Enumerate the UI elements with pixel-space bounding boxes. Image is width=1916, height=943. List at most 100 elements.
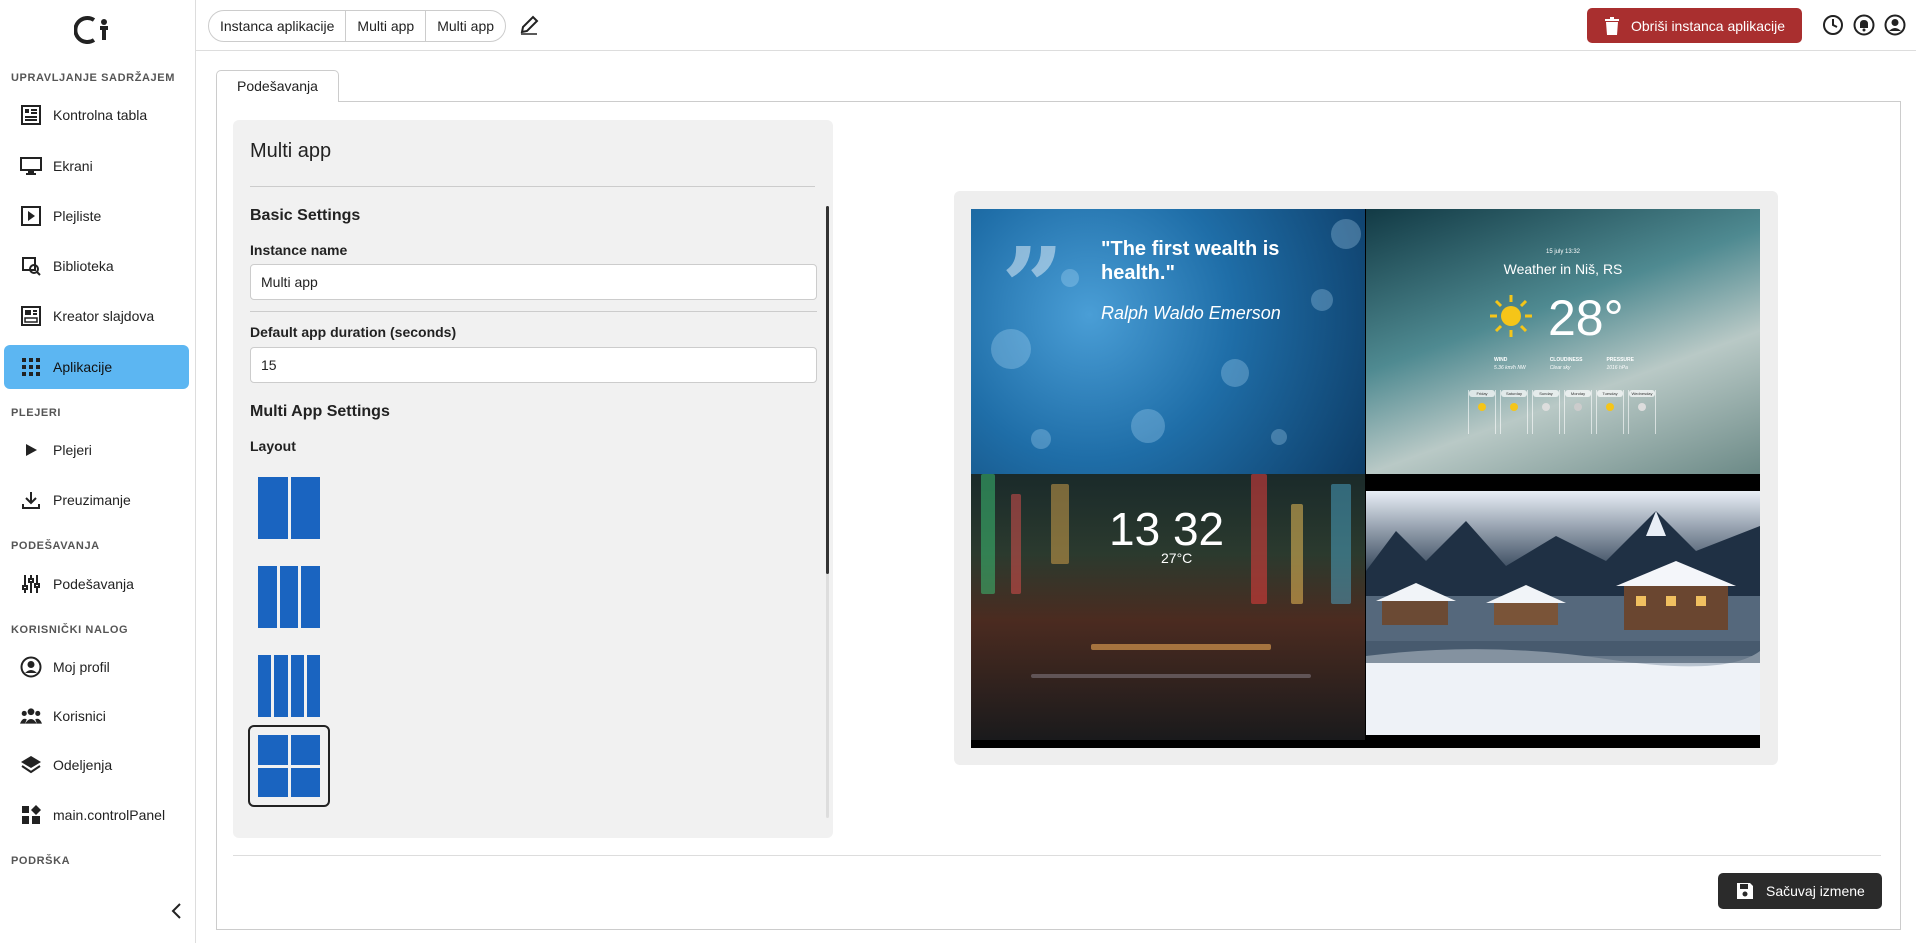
- tab-settings[interactable]: Podešavanja: [216, 70, 339, 102]
- preview-weather-app: 15 july 13:32 Weather in Niš, RS 28° WIN…: [1366, 209, 1760, 474]
- sidebar-item-profile[interactable]: Moj profil: [4, 645, 189, 689]
- sun-icon: [1510, 403, 1518, 411]
- forecast-day: Friday: [1468, 390, 1496, 434]
- save-changes-button[interactable]: Sačuvaj izmene: [1718, 873, 1882, 909]
- sidebar-item-download[interactable]: Preuzimanje: [4, 478, 189, 522]
- duration-label: Default app duration (seconds): [250, 324, 457, 340]
- layout-3-columns-icon: [258, 566, 320, 628]
- basic-settings-heading: Basic Settings: [250, 207, 361, 224]
- sidebar-item-playlists[interactable]: Plejliste: [4, 194, 189, 238]
- sidebar-item-label: Moj profil: [53, 659, 110, 675]
- forecast-day: Tuesday: [1596, 390, 1624, 434]
- section-title-account: KORISNIČKI NALOG: [11, 624, 129, 636]
- monitor-icon: [20, 155, 42, 177]
- section-title-content: UPRAVLJANJE SADRŽAJEM: [11, 72, 175, 84]
- duration-input[interactable]: [250, 347, 817, 383]
- sidebar-item-label: Biblioteka: [53, 258, 114, 274]
- sidebar-item-control-panel[interactable]: main.controlPanel: [4, 793, 189, 837]
- clock-time: 13 32: [1109, 503, 1225, 555]
- users-icon: [20, 705, 42, 727]
- delete-instance-button[interactable]: Obriši instanca aplikacije: [1587, 8, 1802, 43]
- instance-name-input[interactable]: [250, 264, 817, 300]
- snowy-village-image: [1366, 511, 1760, 735]
- preview-quote-app: ” "The first wealth is health." Ralph Wa…: [971, 209, 1365, 474]
- weather-forecast: Friday Saturday Sunday Monday Tuesday We…: [1468, 390, 1656, 434]
- layout-label: Layout: [250, 438, 296, 454]
- sun-icon: [1490, 295, 1532, 337]
- sidebar-item-dashboard[interactable]: Kontrolna tabla: [4, 93, 189, 137]
- quote-mark-icon: ”: [1001, 223, 1065, 352]
- profile-icon: [20, 656, 42, 678]
- sidebar-item-screens[interactable]: Ekrani: [4, 144, 189, 188]
- apps-grid-icon: [20, 356, 42, 378]
- app-logo[interactable]: [74, 14, 122, 46]
- layout-option-4-columns[interactable]: [248, 645, 330, 727]
- account-icon[interactable]: [1884, 14, 1906, 36]
- bell-icon[interactable]: [1853, 14, 1875, 36]
- quote-author: Ralph Waldo Emerson: [1101, 303, 1281, 323]
- breadcrumb-item[interactable]: Multi app: [426, 11, 505, 41]
- settings-panel: Multi app Basic Settings Instance name D…: [233, 120, 833, 838]
- dashboard-icon: [20, 104, 42, 126]
- sidebar-item-label: Kreator slajdova: [53, 308, 155, 324]
- divider: [250, 186, 815, 187]
- play-icon: [20, 439, 42, 461]
- preview-image-app: [1366, 491, 1760, 735]
- layers-icon: [20, 754, 42, 776]
- clock-icon[interactable]: [1822, 14, 1844, 36]
- sidebar-item-departments[interactable]: Odeljenja: [4, 743, 189, 787]
- divider: [233, 855, 1881, 856]
- forecast-day: Saturday: [1500, 390, 1528, 434]
- preview-clock-app: 13 32 27°C: [971, 474, 1365, 740]
- breadcrumb-item[interactable]: Instanca aplikacije: [209, 11, 347, 41]
- layout-2x2-grid-icon: [258, 735, 320, 797]
- sidebar: UPRAVLJANJE SADRŽAJEM Kontrolna tabla Ek…: [0, 0, 196, 943]
- delete-instance-label: Obriši instanca aplikacije: [1631, 17, 1786, 34]
- save-changes-label: Sačuvaj izmene: [1766, 883, 1865, 899]
- forecast-day: Wednesday: [1628, 390, 1656, 434]
- weather-stat: CLOUDINESS Clear sky: [1549, 357, 1583, 371]
- sidebar-item-label: Odeljenja: [53, 757, 113, 773]
- forecast-day: Monday: [1564, 390, 1592, 434]
- breadcrumb: Instanca aplikacije Multi app Multi app: [208, 10, 507, 42]
- sidebar-item-label: Ekrani: [53, 158, 93, 174]
- trash-icon: [1605, 16, 1619, 35]
- sidebar-item-label: Kontrolna tabla: [53, 107, 148, 123]
- sidebar-item-label: Plejeri: [53, 442, 92, 458]
- library-icon: [20, 255, 42, 277]
- section-title-settings: PODEŠAVANJA: [11, 540, 100, 552]
- sidebar-item-library[interactable]: Biblioteka: [4, 244, 189, 288]
- layout-2-columns-icon: [258, 477, 320, 539]
- weather-title: Weather in Niš, RS: [1503, 261, 1623, 277]
- sidebar-item-settings[interactable]: Podešavanja: [4, 562, 189, 606]
- settings-title: Multi app: [250, 140, 332, 162]
- layout-option-2-columns[interactable]: [248, 467, 330, 549]
- weather-stat: WIND 5.36 km/h NW: [1494, 357, 1526, 371]
- section-title-support: PODRŠKA: [11, 855, 71, 867]
- sidebar-item-label: Podešavanja: [53, 576, 134, 592]
- sidebar-item-slide-creator[interactable]: Kreator slajdova: [4, 294, 189, 338]
- playlist-icon: [20, 205, 42, 227]
- control-panel-icon: [20, 804, 42, 826]
- sidebar-item-label: Korisnici: [53, 708, 106, 724]
- breadcrumb-item[interactable]: Multi app: [346, 11, 427, 41]
- slide-creator-icon: [20, 305, 42, 327]
- cloud-icon: [1542, 403, 1550, 411]
- layout-option-3-columns[interactable]: [248, 556, 330, 638]
- weather-temperature: 28°: [1548, 290, 1624, 346]
- sliders-icon: [20, 573, 42, 595]
- rain-icon: [1574, 403, 1582, 411]
- pencil-icon[interactable]: [518, 14, 540, 36]
- preview-screen: ” "The first wealth is health." Ralph Wa…: [971, 209, 1760, 748]
- sidebar-item-users[interactable]: Korisnici: [4, 694, 189, 738]
- weather-stat: PRESSURE 1016 hPa: [1606, 357, 1634, 371]
- sun-icon: [1478, 403, 1486, 411]
- sun-icon: [1606, 403, 1614, 411]
- sidebar-item-players[interactable]: Plejeri: [4, 428, 189, 472]
- scrollbar-thumb[interactable]: [826, 206, 829, 574]
- layout-option-2x2-grid[interactable]: [248, 725, 330, 807]
- weather-date: 15 july 13:32: [1545, 249, 1581, 255]
- sidebar-item-label: Preuzimanje: [53, 492, 131, 508]
- chevron-left-icon[interactable]: [168, 902, 186, 920]
- sidebar-item-apps[interactable]: Aplikacije: [4, 345, 189, 389]
